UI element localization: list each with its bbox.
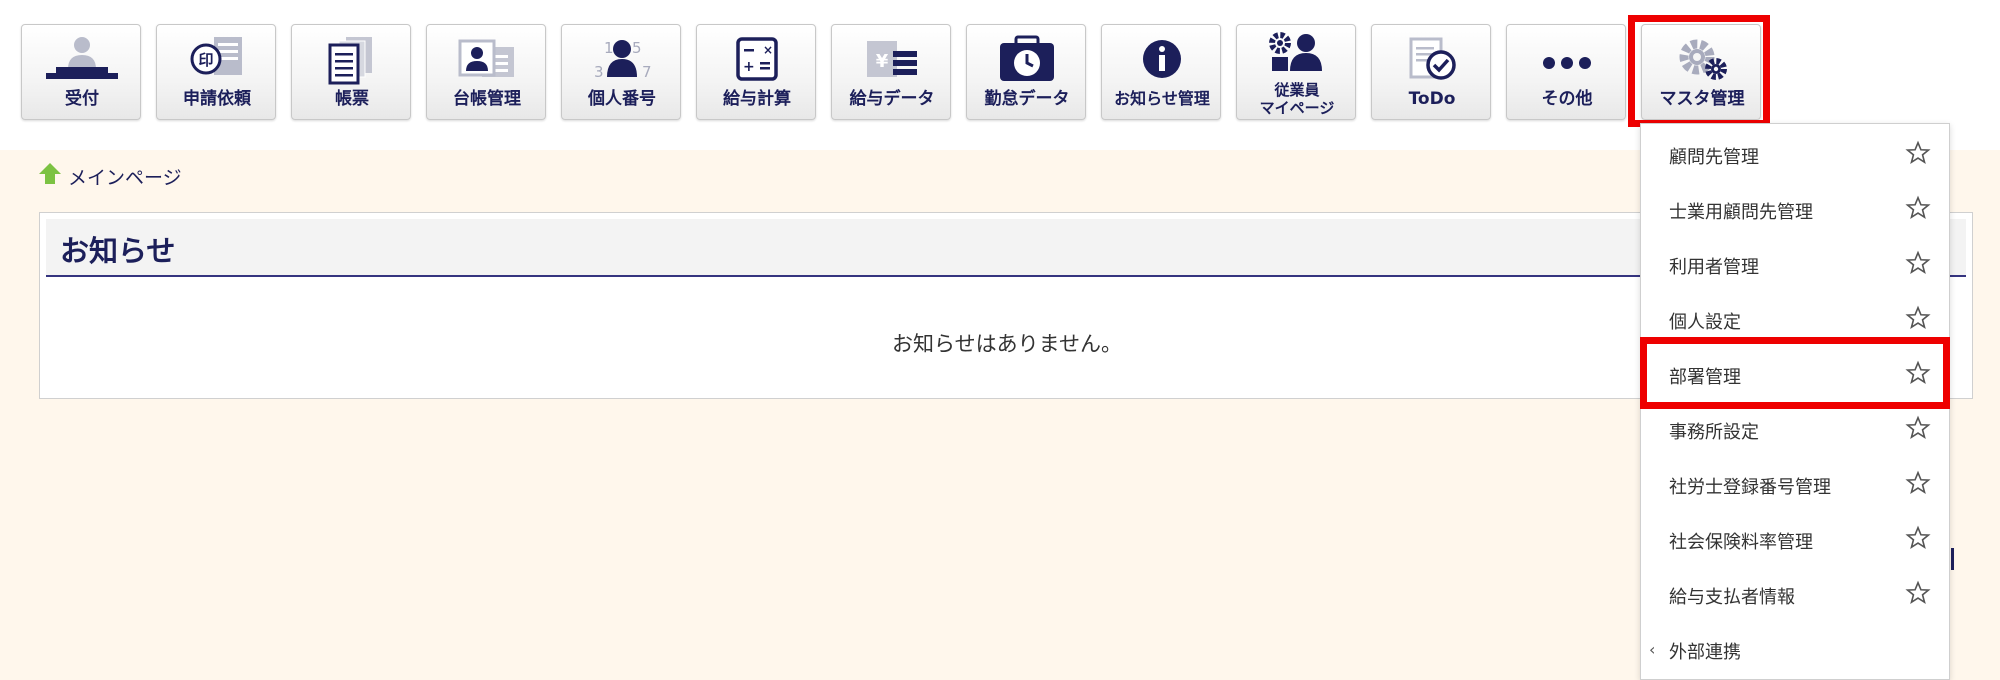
notice-title: お知らせ (60, 234, 176, 268)
todo-check-icon (1372, 35, 1492, 85)
toolbar-button-sonota[interactable]: その他 (1506, 24, 1626, 120)
toolbar-button-kojin[interactable]: 1 5 3 7 個人番号 (561, 24, 681, 120)
toolbar-button-todo[interactable]: ToDo (1371, 24, 1491, 120)
document-stack-icon (292, 35, 412, 85)
menu-item-busho[interactable]: 部署管理 (1641, 348, 1949, 403)
toolbar-label: 台帳管理 (453, 89, 521, 109)
star-icon[interactable] (1905, 525, 1931, 551)
toolbar-label: 個人番号 (588, 89, 656, 109)
toolbar-button-kyuyo-keisan[interactable]: × + 給与計算 (696, 24, 816, 120)
toolbar-label: お知らせ管理 (1114, 89, 1210, 108)
svg-text:¥: ¥ (876, 51, 889, 72)
toolbar-label: 勤怠データ (984, 89, 1070, 109)
breadcrumb: メインページ (38, 162, 182, 190)
svg-text:3: 3 (594, 63, 604, 81)
menu-item-label: 顧問先管理 (1669, 147, 1759, 168)
stamp-document-icon: 印 (157, 35, 277, 85)
svg-text:印: 印 (198, 51, 213, 69)
toolbar-label: その他 (1541, 89, 1593, 109)
toolbar-label: 受付 (65, 89, 99, 109)
toolbar-button-oshirase[interactable]: お知らせ管理 (1101, 24, 1221, 120)
star-icon[interactable] (1905, 470, 1931, 496)
toolbar-label-line2: マイページ (1259, 99, 1335, 117)
toolbar-button-uketsuke[interactable]: 受付 (21, 24, 141, 120)
toolbar-button-shinsei[interactable]: 印 申請依頼 (156, 24, 276, 120)
toolbar-button-employee-mypage[interactable]: 従業員 マイページ (1236, 24, 1356, 120)
obscured-edge (1951, 548, 1954, 570)
menu-item-label: 社会保険料率管理 (1669, 532, 1813, 553)
menu-item-jimusho[interactable]: 事務所設定 (1641, 403, 1949, 458)
menu-item-label: 士業用顧問先管理 (1669, 202, 1813, 223)
employee-gear-icon (1237, 31, 1357, 77)
toolbar-label: 申請依頼 (183, 89, 251, 109)
toolbar-button-kyuyo-data[interactable]: ¥ 給与データ (831, 24, 951, 120)
gears-icon (1642, 35, 1762, 85)
svg-text:7: 7 (642, 63, 652, 81)
star-icon[interactable] (1905, 360, 1931, 386)
info-icon (1102, 35, 1222, 85)
star-icon[interactable] (1905, 250, 1931, 276)
id-card-icon (427, 35, 547, 85)
toolbar-button-chohyo[interactable]: 帳票 (291, 24, 411, 120)
toolbar-label: 帳票 (335, 89, 369, 109)
star-icon[interactable] (1905, 415, 1931, 441)
toolbar-button-kintai[interactable]: 勤怠データ (966, 24, 1086, 120)
menu-item-payer-info[interactable]: 給与支払者情報 (1641, 568, 1949, 623)
menu-item-label: 外部連携 (1669, 642, 1741, 663)
more-dots-icon (1507, 35, 1627, 85)
toolbar-label: 給与データ (849, 89, 935, 109)
menu-item-sharoushi-number[interactable]: 社労士登録番号管理 (1641, 458, 1949, 513)
svg-text:1: 1 (604, 39, 614, 57)
toolbar-label-line1: 従業員 (1274, 81, 1320, 99)
menu-item-label: 社労士登録番号管理 (1669, 477, 1831, 498)
chevron-left-icon: ‹ (1649, 640, 1656, 659)
menu-item-riyosha[interactable]: 利用者管理 (1641, 238, 1949, 293)
star-icon[interactable] (1905, 580, 1931, 606)
person-number-icon: 1 5 3 7 (562, 35, 682, 85)
toolbar-label: 従業員 マイページ (1237, 81, 1357, 117)
menu-item-label: 事務所設定 (1669, 422, 1759, 443)
toolbar-label: マスタ管理 (1659, 89, 1745, 109)
clock-bag-icon (967, 35, 1087, 85)
calculator-icon: × + (697, 35, 817, 85)
menu-item-shakai-hoken-rate[interactable]: 社会保険料率管理 (1641, 513, 1949, 568)
app-root: 受付 印 申請依頼 帳票 台帳管理 1 5 3 7 個人番号 × + 給与計算 … (0, 0, 2000, 680)
home-icon[interactable] (38, 162, 62, 191)
svg-text:+: + (743, 59, 755, 75)
menu-item-external[interactable]: ‹ 外部連携 (1641, 623, 1949, 678)
menu-item-komonsaki[interactable]: 顧問先管理 (1641, 128, 1949, 183)
svg-text:5: 5 (632, 39, 642, 57)
menu-item-kojin-settei[interactable]: 個人設定 (1641, 293, 1949, 348)
toolbar-button-master[interactable]: マスタ管理 (1641, 24, 1761, 120)
yen-data-icon: ¥ (832, 35, 952, 85)
menu-item-label: 給与支払者情報 (1669, 587, 1795, 608)
master-dropdown-menu: 顧問先管理 士業用顧問先管理 利用者管理 個人設定 部署管理 事務所設定 社労士… (1640, 123, 1950, 680)
menu-item-label: 利用者管理 (1669, 257, 1759, 278)
star-icon[interactable] (1905, 195, 1931, 221)
star-icon[interactable] (1905, 140, 1931, 166)
toolbar-label: ToDo (1408, 89, 1456, 109)
menu-item-shigyo-komonsaki[interactable]: 士業用顧問先管理 (1641, 183, 1949, 238)
toolbar-button-daicho[interactable]: 台帳管理 (426, 24, 546, 120)
star-icon[interactable] (1905, 305, 1931, 331)
svg-text:×: × (763, 43, 773, 57)
menu-item-label: 部署管理 (1669, 367, 1741, 388)
breadcrumb-home-link[interactable]: メインページ (68, 163, 182, 190)
menu-item-label: 個人設定 (1669, 312, 1741, 333)
reception-person-icon (22, 35, 142, 85)
toolbar-label: 給与計算 (723, 89, 791, 109)
